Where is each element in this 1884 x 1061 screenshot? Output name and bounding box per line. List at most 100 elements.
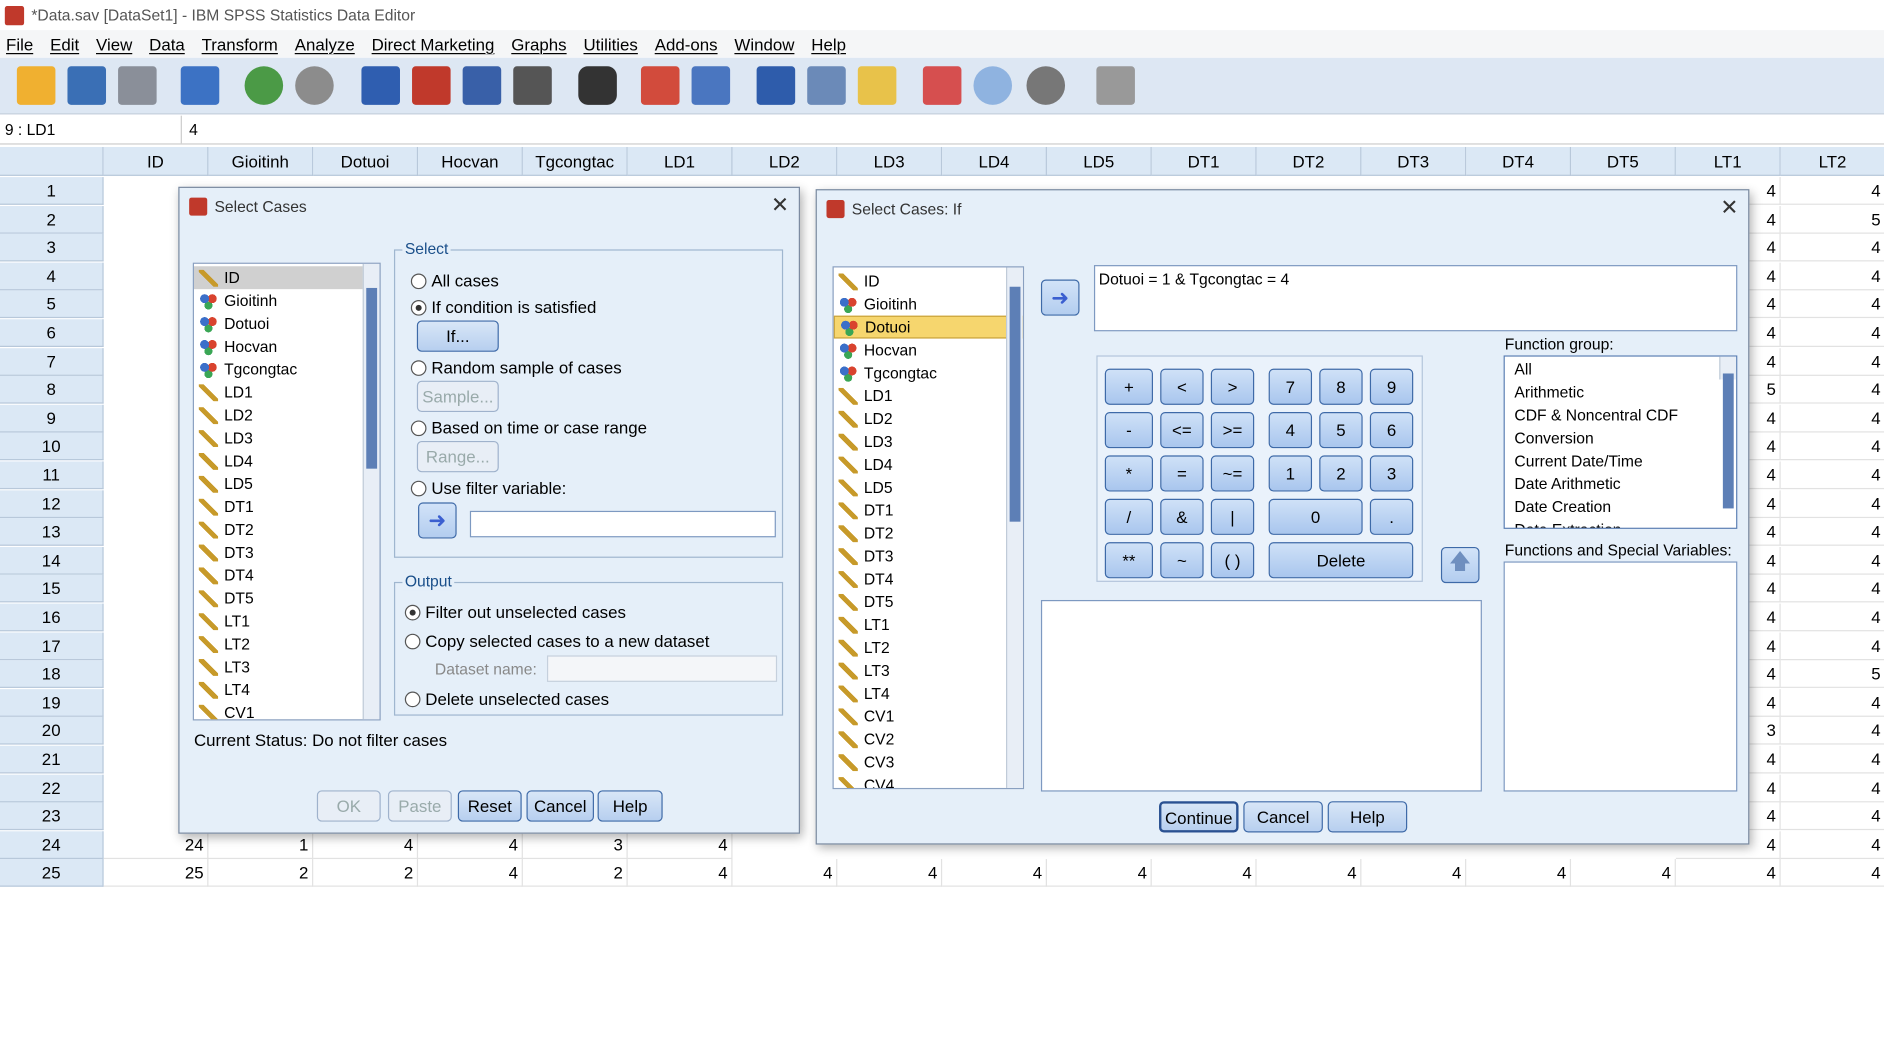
radio-delete-unselected[interactable]: Delete unselected cases [404,689,609,708]
row-number[interactable]: 16 [0,603,104,632]
grid-cell[interactable]: 4 [732,859,838,888]
grid-cell[interactable]: 4 [1780,319,1884,347]
column-header[interactable]: Hocvan [418,146,523,176]
dialog-recall-icon[interactable] [180,66,220,105]
filter-variable-field[interactable] [469,510,776,538]
help-button[interactable]: Help [1327,801,1408,833]
grid-cell[interactable]: 4 [1780,461,1884,490]
calc-key[interactable]: * [1104,455,1153,492]
paste-button[interactable]: Paste [387,790,452,822]
split-file-icon[interactable] [756,66,796,105]
open-icon[interactable] [16,66,56,105]
variable-item[interactable]: Gioitinh [194,289,380,312]
delete-key[interactable]: Delete [1268,542,1414,579]
cell-value-input[interactable]: 4 [180,115,1868,144]
column-header[interactable]: LD5 [1046,146,1152,176]
calc-key[interactable]: ( ) [1210,542,1255,579]
column-header[interactable]: DT1 [1151,146,1257,176]
variables-icon[interactable] [462,66,502,105]
function-group-item[interactable]: Current Date/Time [1510,449,1737,472]
function-group-item[interactable]: Arithmetic [1510,381,1737,404]
variable-item[interactable]: Hocvan [834,339,1023,362]
variable-item[interactable]: Hocvan [194,335,380,358]
grid-cell[interactable]: 4 [1780,234,1884,262]
calc-key[interactable]: = [1160,455,1204,492]
dataset-name-field[interactable] [546,655,778,682]
grid-cell[interactable]: 4 [418,859,523,888]
grid-cell[interactable]: 4 [1780,859,1884,888]
column-header[interactable]: Tgcongtac [522,146,628,176]
calc-key[interactable]: - [1104,412,1153,449]
column-header[interactable]: LT1 [1675,146,1781,176]
grid-cell[interactable]: 4 [1780,348,1884,376]
value-labels-icon[interactable] [922,66,962,105]
column-header[interactable]: LD2 [732,146,838,176]
row-number[interactable]: 24 [0,831,104,859]
variable-item[interactable]: LD1 [194,381,380,404]
row-number[interactable]: 1 [0,177,104,205]
vertical-scrollbar[interactable] [1006,267,1023,788]
function-group-item[interactable]: Conversion [1510,426,1737,449]
row-number[interactable]: 13 [0,518,104,547]
radio-time-range[interactable]: Based on time or case range [410,418,647,437]
variable-item[interactable]: LT3 [194,655,380,678]
move-arrow-icon[interactable]: ➜ [418,502,457,539]
variable-item[interactable]: DT5 [834,590,1023,613]
row-number[interactable]: 20 [0,717,104,746]
row-number[interactable]: 10 [0,432,104,461]
source-variable-list[interactable]: ID Gioitinh Dotuoi Hocvan Tgcongtac LD1 LD2 LD3… [192,262,381,721]
function-group-item[interactable]: Date Arithmetic [1510,472,1737,495]
column-header[interactable]: DT5 [1571,146,1676,176]
variable-item[interactable]: LT4 [194,678,380,701]
grid-cell[interactable]: 5 [1780,660,1884,689]
grid-cell[interactable]: 4 [1780,689,1884,717]
variable-item[interactable]: LD3 [834,430,1023,453]
row-number[interactable]: 2 [0,205,104,234]
variable-item[interactable]: DT1 [194,495,380,518]
variable-item[interactable]: LD1 [834,384,1023,407]
row-number[interactable]: 15 [0,575,104,603]
function-group-item[interactable]: Date Creation [1510,495,1737,518]
calc-key[interactable]: 8 [1319,368,1363,405]
row-number[interactable]: 5 [0,290,104,319]
variable-item[interactable]: LT3 [834,659,1023,682]
grid-cell[interactable]: 24 [103,831,209,859]
row-number[interactable]: 6 [0,319,104,347]
grid-cell[interactable]: 4 [627,859,733,888]
variable-item[interactable]: LD5 [194,472,380,495]
variable-item[interactable]: CV4 [834,773,1023,788]
variable-item[interactable]: DT3 [194,541,380,564]
scrollbar-thumb[interactable] [1722,373,1734,509]
row-number[interactable]: 22 [0,774,104,802]
variable-item[interactable]: LT2 [194,633,380,656]
grid-cell[interactable]: 2 [208,859,314,888]
functions-list[interactable] [1503,561,1738,792]
grid-cell[interactable]: 4 [1780,177,1884,205]
calc-key[interactable]: | [1210,498,1255,535]
grid-cell[interactable]: 4 [1780,433,1884,461]
menu-window[interactable]: Window [728,34,805,53]
variable-item[interactable]: LD2 [834,407,1023,430]
row-number[interactable]: 11 [0,461,104,490]
range-button[interactable]: Range... [416,440,499,473]
grid-cell[interactable]: 4 [942,859,1047,888]
calc-key[interactable]: ~ [1160,542,1204,579]
variable-item[interactable]: LD2 [194,404,380,427]
vertical-scrollbar[interactable] [362,263,380,720]
variable-item[interactable]: LT1 [194,610,380,633]
vertical-scrollbar[interactable] [1719,356,1737,509]
variable-item[interactable]: LD5 [834,476,1023,499]
calc-key[interactable]: 0 [1268,498,1363,535]
calc-key[interactable]: ~= [1210,455,1255,492]
grid-cell[interactable]: 4 [1256,859,1362,888]
column-header[interactable]: LD1 [627,146,733,176]
show-all-variables-icon[interactable] [1026,66,1066,105]
calc-key[interactable]: 3 [1369,455,1414,492]
grid-cell[interactable]: 3 [522,831,628,859]
calc-key[interactable]: 9 [1369,368,1414,405]
grid-cell[interactable]: 4 [1151,859,1257,888]
grid-cell[interactable]: 4 [1780,746,1884,774]
grid-cell[interactable]: 5 [1780,206,1884,234]
calc-key[interactable]: >= [1210,412,1255,449]
grid-cell[interactable]: 4 [1780,831,1884,859]
